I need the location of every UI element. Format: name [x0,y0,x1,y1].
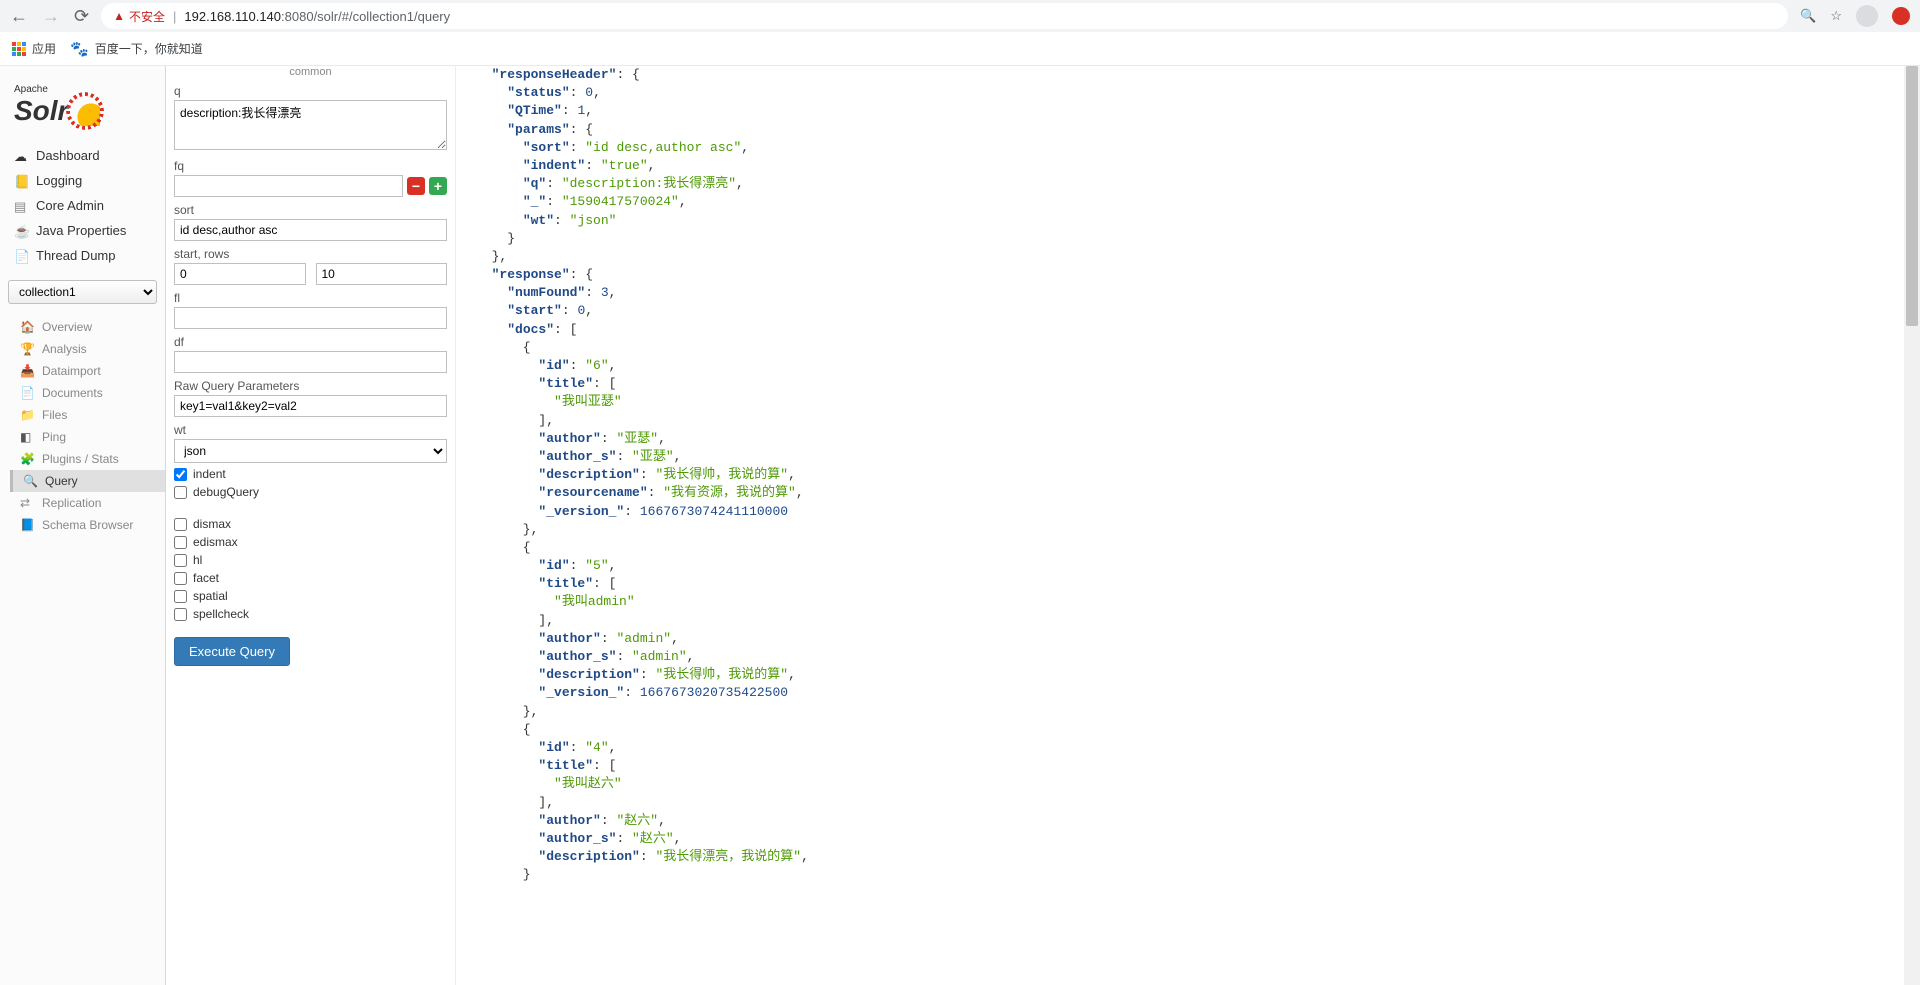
solr-logo: Apache Solr [0,76,165,143]
import-icon: 📥 [20,364,34,378]
nav-thread-dump[interactable]: 📄Thread Dump [0,243,165,268]
insecure-warning: ▲ 不安全 [113,8,165,25]
log-icon: 📒 [14,174,28,188]
core-selector[interactable]: collection1 [8,280,157,304]
common-header: common [174,66,447,78]
subnav-query[interactable]: 🔍Query [10,470,165,492]
spellcheck-checkbox[interactable] [174,608,187,621]
scrollbar[interactable] [1904,66,1920,985]
bookmark-baidu[interactable]: 🐾百度一下，你就知道 [70,40,203,58]
hl-checkbox[interactable] [174,554,187,567]
paw-icon: 🐾 [70,40,89,58]
nav-logging[interactable]: 📒Logging [0,168,165,193]
facet-label: facet [193,571,219,585]
doc-icon: 📄 [20,386,34,400]
subnav-dataimport[interactable]: 📥Dataimport [10,360,165,382]
sun-icon [70,96,100,126]
edismax-checkbox[interactable] [174,536,187,549]
subnav-plugins[interactable]: 🧩Plugins / Stats [10,448,165,470]
browser-toolbar: ← → ⟳ ▲ 不安全 | 192.168.110.140:8080/solr/… [0,0,1920,32]
extension-icon[interactable] [1892,7,1910,25]
search-icon: 🔍 [23,474,37,488]
bookmark-star-icon[interactable]: ☆ [1830,8,1842,24]
nav-java-properties[interactable]: ☕Java Properties [0,218,165,243]
wt-select[interactable]: json [174,439,447,463]
gauge-icon: ☁ [14,149,28,163]
indent-label: indent [193,467,226,481]
plugin-icon: 🧩 [20,452,34,466]
subnav-schema[interactable]: 📘Schema Browser [10,514,165,536]
response-viewer: "responseHeader": { "status": 0, "QTime"… [456,66,1904,985]
reload-icon[interactable]: ⟳ [74,7,89,25]
fl-input[interactable] [174,307,447,329]
sort-input[interactable] [174,219,447,241]
folder-icon: 📁 [20,408,34,422]
debug-checkbox[interactable] [174,486,187,499]
subnav-analysis[interactable]: 🏆Analysis [10,338,165,360]
q-input[interactable]: description:我长得漂亮 [174,100,447,150]
spatial-checkbox[interactable] [174,590,187,603]
subnav-overview[interactable]: 🏠Overview [10,316,165,338]
profile-avatar[interactable] [1856,5,1878,27]
df-input[interactable] [174,351,447,373]
bookmark-bar: 应用 🐾百度一下，你就知道 [0,32,1920,66]
execute-query-button[interactable]: Execute Query [174,637,290,666]
rows-input[interactable] [316,263,448,285]
edismax-label: edismax [193,535,238,549]
facet-checkbox[interactable] [174,572,187,585]
raw-params-input[interactable] [174,395,447,417]
stack-icon: ▤ [14,199,28,213]
nav-core-admin[interactable]: ▤Core Admin [0,193,165,218]
spatial-label: spatial [193,589,228,603]
jar-icon: ☕ [14,224,28,238]
raw-params-label: Raw Query Parameters [174,379,447,393]
fq-label: fq [174,159,447,173]
debug-label: debugQuery [193,485,259,499]
replication-icon: ⇄ [20,496,34,510]
thread-icon: 📄 [14,249,28,263]
spellcheck-label: spellcheck [193,607,249,621]
home-icon: 🏠 [20,320,34,334]
dismax-checkbox[interactable] [174,518,187,531]
subnav-replication[interactable]: ⇄Replication [10,492,165,514]
scroll-thumb[interactable] [1906,66,1918,326]
schema-icon: 📘 [20,518,34,532]
url-text: 192.168.110.140:8080/solr/#/collection1/… [184,9,450,24]
apps-shortcut[interactable]: 应用 [12,40,56,57]
fq-remove-button[interactable]: − [407,177,425,195]
fq-add-button[interactable]: + [429,177,447,195]
nav-dashboard[interactable]: ☁Dashboard [0,143,165,168]
sort-label: sort [174,203,447,217]
subnav-documents[interactable]: 📄Documents [10,382,165,404]
dismax-label: dismax [193,517,231,531]
fl-label: fl [174,291,447,305]
search-in-page-icon[interactable]: 🔍 [1800,8,1816,24]
ping-icon: ◧ [20,430,34,444]
sidebar: Apache Solr ☁Dashboard 📒Logging ▤Core Ad… [0,66,166,985]
back-icon[interactable]: ← [10,7,28,25]
fq-input[interactable] [174,175,403,197]
q-label: q [174,84,447,98]
subnav-files[interactable]: 📁Files [10,404,165,426]
address-bar[interactable]: ▲ 不安全 | 192.168.110.140:8080/solr/#/coll… [101,3,1788,29]
startrows-label: start, rows [174,247,447,261]
subnav-ping[interactable]: ◧Ping [10,426,165,448]
start-input[interactable] [174,263,306,285]
forward-icon[interactable]: → [42,7,60,25]
wt-label: wt [174,423,447,437]
indent-checkbox[interactable] [174,468,187,481]
df-label: df [174,335,447,349]
query-form: common q description:我长得漂亮 fq − + sort s… [166,66,456,985]
hl-label: hl [193,553,202,567]
trophy-icon: 🏆 [20,342,34,356]
